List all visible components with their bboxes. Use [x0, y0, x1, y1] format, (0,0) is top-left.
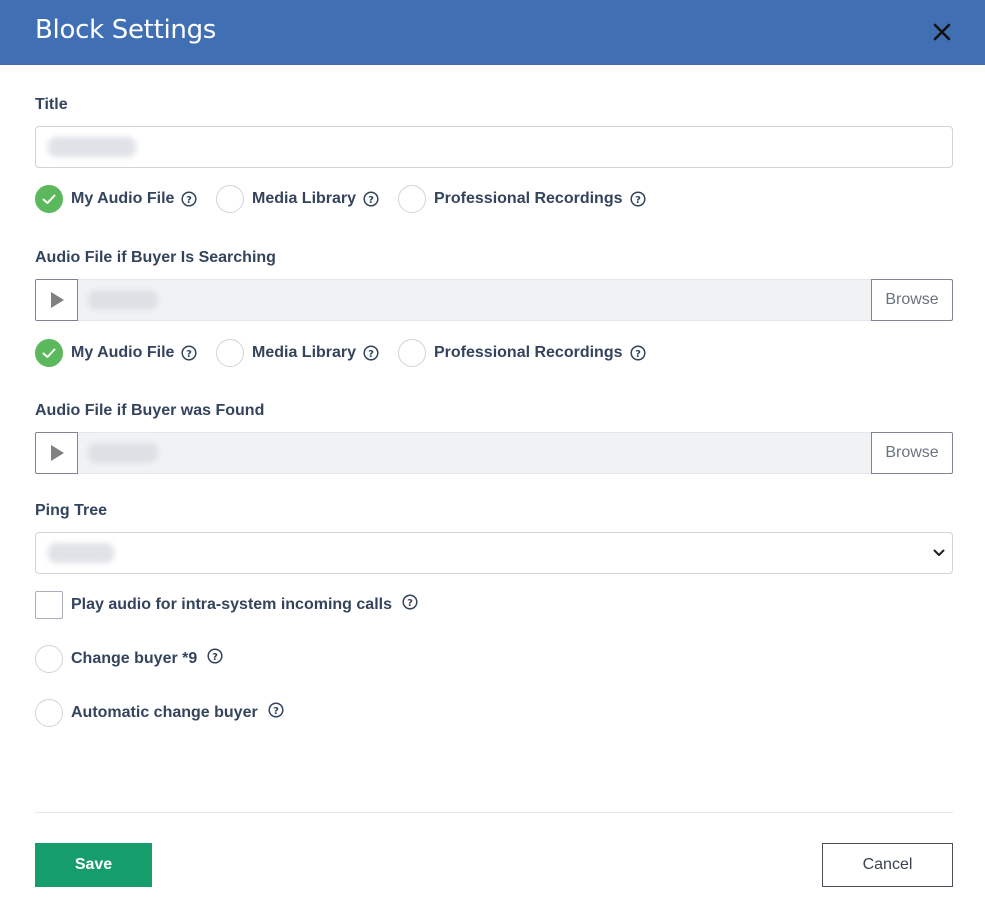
radio-unchecked[interactable]	[216, 339, 244, 367]
change-buyer-toggle[interactable]	[35, 645, 63, 673]
audio-source-group-2: My Audio File ? Media Library ? Professi…	[35, 339, 735, 367]
play-button[interactable]	[35, 279, 78, 321]
radio-my-audio-file-1[interactable]: My Audio File ?	[35, 185, 197, 213]
radio-checked[interactable]	[35, 185, 63, 213]
title-label: Title	[35, 96, 68, 113]
check-icon	[42, 194, 56, 204]
ping-tree-select[interactable]	[35, 532, 953, 574]
radio-my-audio-file-2[interactable]: My Audio File ?	[35, 339, 197, 367]
radio-professional-recordings-1[interactable]: Professional Recordings ?	[398, 185, 646, 213]
svg-text:?: ?	[635, 349, 641, 360]
check-icon	[42, 348, 56, 358]
audio-searching-picker: Browse	[35, 279, 953, 321]
radio-checked[interactable]	[35, 339, 63, 367]
svg-text:?: ?	[635, 195, 641, 206]
option-label: Automatic change buyer	[71, 704, 258, 721]
close-icon	[933, 23, 951, 41]
browse-button[interactable]: Browse	[871, 279, 953, 321]
radio-professional-recordings-2[interactable]: Professional Recordings ?	[398, 339, 646, 367]
radio-unchecked[interactable]	[398, 339, 426, 367]
ping-tree-value-blurred	[48, 543, 114, 563]
svg-text:?: ?	[407, 598, 413, 609]
cancel-button[interactable]: Cancel	[822, 843, 953, 887]
help-icon[interactable]: ?	[181, 191, 197, 207]
radio-media-library-2[interactable]: Media Library ?	[216, 339, 379, 367]
help-icon[interactable]: ?	[363, 191, 379, 207]
audio-file-field	[78, 432, 871, 474]
close-button[interactable]	[928, 18, 956, 46]
help-icon[interactable]: ?	[181, 345, 197, 361]
radio-label: Professional Recordings	[434, 190, 623, 207]
audio-file-field	[78, 279, 871, 321]
help-icon[interactable]: ?	[268, 702, 284, 718]
option-label: Change buyer *9	[71, 650, 198, 667]
play-audio-option[interactable]: Play audio for intra-system incoming cal…	[35, 591, 418, 619]
svg-text:?: ?	[273, 706, 279, 717]
play-icon	[50, 445, 64, 461]
play-audio-checkbox[interactable]	[35, 591, 63, 619]
radio-label: Media Library	[252, 344, 357, 361]
dialog-header: Block Settings	[0, 0, 985, 65]
radio-label: My Audio File	[71, 190, 175, 207]
svg-text:?: ?	[187, 349, 193, 360]
auto-change-buyer-option[interactable]: Automatic change buyer ?	[35, 699, 284, 727]
dialog-title: Block Settings	[35, 15, 217, 45]
audio-value-blurred	[88, 443, 158, 463]
svg-text:?: ?	[212, 652, 218, 663]
audio-found-label: Audio File if Buyer was Found	[35, 402, 265, 419]
help-icon[interactable]: ?	[402, 594, 418, 610]
browse-button[interactable]: Browse	[871, 432, 953, 474]
option-label: Play audio for intra-system incoming cal…	[71, 596, 392, 613]
radio-unchecked[interactable]	[398, 185, 426, 213]
radio-media-library-1[interactable]: Media Library ?	[216, 185, 379, 213]
radio-label: Media Library	[252, 190, 357, 207]
audio-value-blurred	[88, 290, 158, 310]
audio-found-picker: Browse	[35, 432, 953, 474]
radio-unchecked[interactable]	[216, 185, 244, 213]
radio-label: Professional Recordings	[434, 344, 623, 361]
svg-text:?: ?	[187, 195, 193, 206]
auto-change-buyer-toggle[interactable]	[35, 699, 63, 727]
help-icon[interactable]: ?	[207, 648, 223, 664]
help-icon[interactable]: ?	[629, 191, 646, 207]
svg-text:?: ?	[368, 195, 374, 206]
footer-divider	[35, 812, 953, 813]
change-buyer-option[interactable]: Change buyer *9 ?	[35, 645, 223, 673]
title-input[interactable]	[35, 126, 953, 168]
help-icon[interactable]: ?	[629, 345, 646, 361]
help-icon[interactable]: ?	[363, 345, 379, 361]
play-icon	[50, 292, 64, 308]
title-value-blurred	[48, 137, 136, 157]
save-button[interactable]: Save	[35, 843, 152, 887]
audio-searching-label: Audio File if Buyer Is Searching	[35, 249, 276, 266]
chevron-down-icon	[933, 549, 945, 556]
radio-label: My Audio File	[71, 344, 175, 361]
audio-source-group-1: My Audio File ? Media Library ? Professi…	[35, 185, 735, 213]
ping-tree-label: Ping Tree	[35, 502, 108, 519]
svg-text:?: ?	[368, 349, 374, 360]
play-button[interactable]	[35, 432, 78, 474]
